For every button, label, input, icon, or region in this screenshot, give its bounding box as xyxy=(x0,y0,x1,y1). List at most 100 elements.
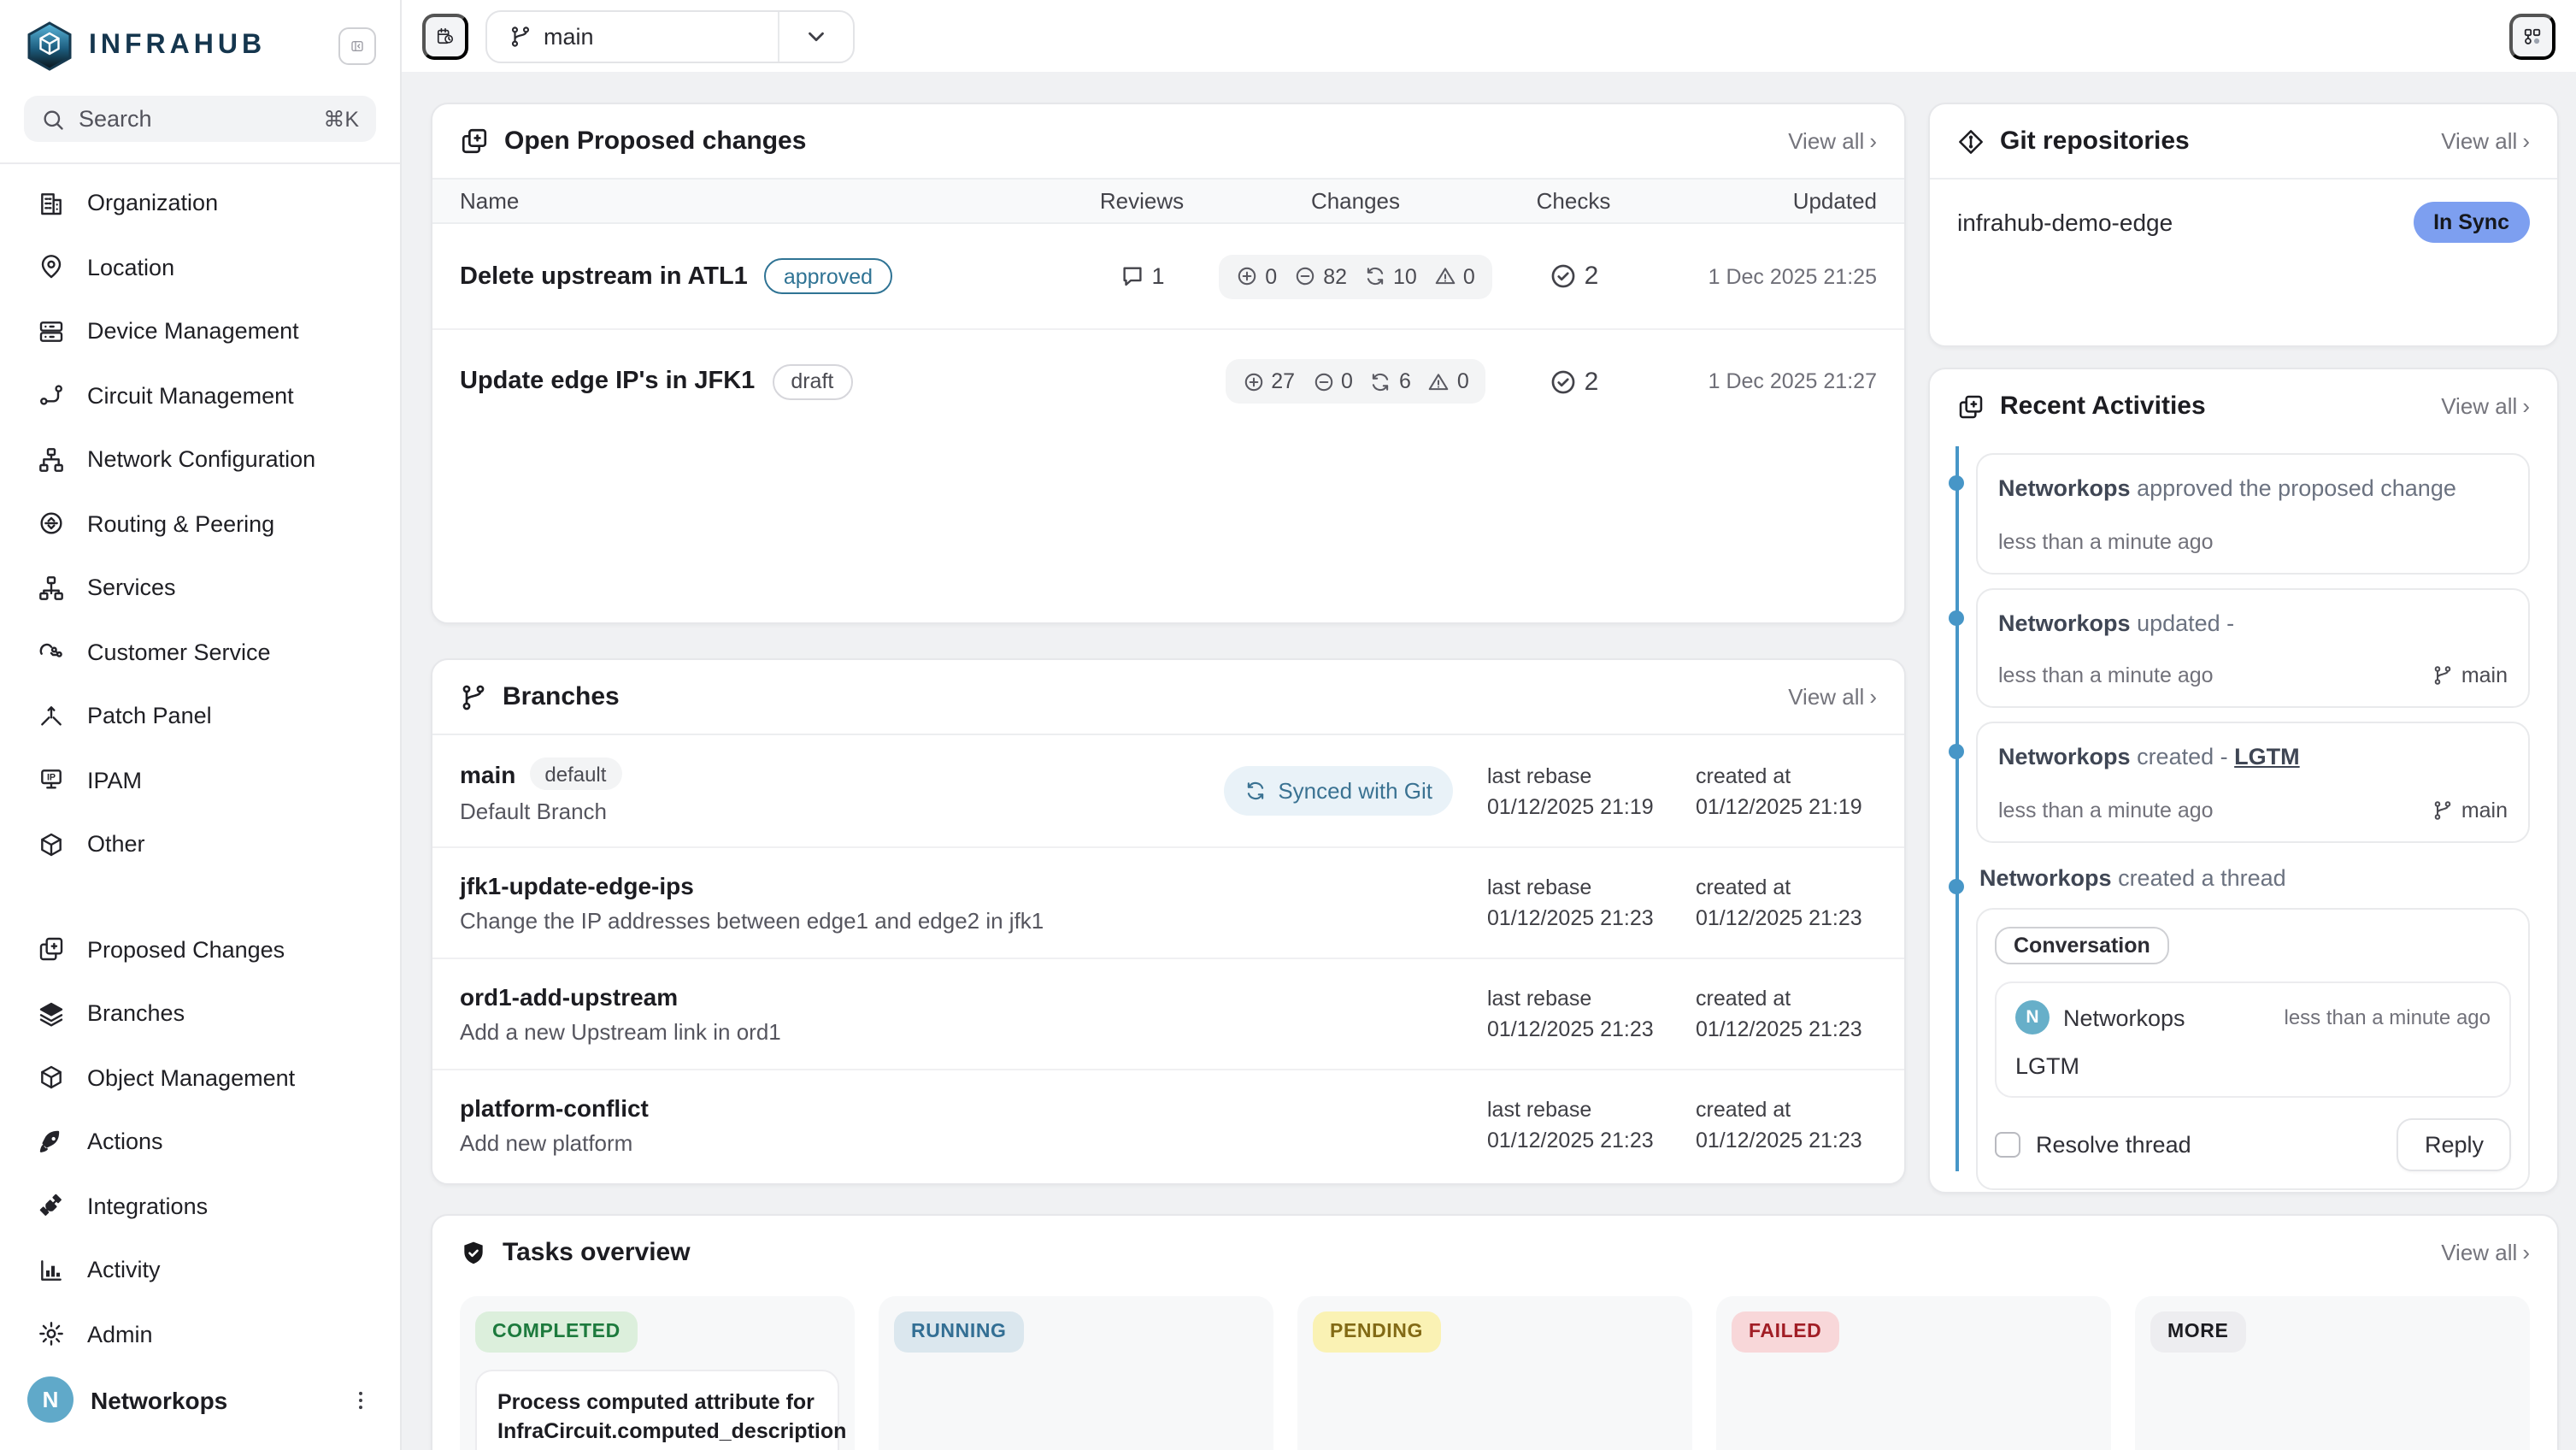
sidebar-item-label: Services xyxy=(87,575,176,601)
sidebar-item-proposed-changes[interactable]: Proposed Changes xyxy=(24,917,376,981)
column-name: Name xyxy=(460,188,1073,214)
branch-name[interactable]: platform-conflict xyxy=(460,1094,649,1122)
branch-row[interactable]: ord1-add-upstream Add a new Upstream lin… xyxy=(432,958,1904,1069)
card-title: Open Proposed changes xyxy=(504,127,806,156)
proposed-change-icon xyxy=(460,127,489,156)
sidebar-item-admin[interactable]: Admin xyxy=(24,1302,376,1366)
last-rebase-value: 01/12/2025 21:23 xyxy=(1487,1129,1668,1152)
card-title: Tasks overview xyxy=(503,1238,691,1267)
created-at-value: 01/12/2025 21:23 xyxy=(1696,1129,1877,1152)
activity-branch-tag: main xyxy=(2432,798,2508,822)
sidebar-item-label: Activity xyxy=(87,1258,161,1283)
cube-icon xyxy=(38,831,65,858)
search-input[interactable]: Search ⌘K xyxy=(24,96,376,142)
branch-selector[interactable]: main xyxy=(485,9,855,62)
activity-card[interactable]: Networkops approved the proposed change … xyxy=(1976,453,2530,574)
activities-view-all-link[interactable]: View all› xyxy=(2441,393,2530,419)
table-row[interactable]: Update edge IP's in JFK1 draft 27 0 6 0 xyxy=(432,328,1904,433)
tasks-column-pending: PENDING xyxy=(1297,1296,1692,1450)
sidebar-item-label: Circuit Management xyxy=(87,383,294,409)
cube-icon xyxy=(38,1064,65,1092)
activity-item: Networkops approved the proposed change … xyxy=(1976,453,2530,574)
proposed-change-name[interactable]: Delete upstream in ATL1 xyxy=(460,262,748,290)
activity-card[interactable]: Networkops created - LGTM less than a mi… xyxy=(1976,722,2530,842)
schema-visualizer-button[interactable] xyxy=(2509,13,2555,59)
sidebar-item-ipam[interactable]: IP IPAM xyxy=(24,748,376,812)
status-badge: COMPLETED xyxy=(475,1311,638,1353)
branch-name[interactable]: jfk1-update-edge-ips xyxy=(460,872,694,899)
conversation-tag: Conversation xyxy=(1995,927,2169,964)
created-at-label: created at xyxy=(1696,763,1877,787)
rocket-icon xyxy=(38,1129,65,1156)
sidebar-item-services[interactable]: Services xyxy=(24,556,376,620)
last-rebase-value: 01/12/2025 21:23 xyxy=(1487,906,1668,930)
sidebar-item-label: Patch Panel xyxy=(87,704,212,729)
proposed-change-name[interactable]: Update edge IP's in JFK1 xyxy=(460,368,755,395)
repository-row[interactable]: infrahub-demo-edge In Sync xyxy=(1930,178,2557,265)
gear-icon xyxy=(38,1321,65,1348)
status-badge: draft xyxy=(772,363,852,399)
checks-count: 2 xyxy=(1585,367,1599,396)
sidebar-item-label: Device Management xyxy=(87,319,299,345)
branch-name[interactable]: ord1-add-upstream xyxy=(460,983,678,1011)
sidebar-item-organization[interactable]: Organization xyxy=(24,171,376,235)
sidebar-item-location[interactable]: Location xyxy=(24,235,376,299)
sidebar-item-object-management[interactable]: Object Management xyxy=(24,1046,376,1110)
sidebar-item-other[interactable]: Other xyxy=(24,812,376,876)
last-rebase-label: last rebase xyxy=(1487,987,1668,1011)
chevron-right-icon: › xyxy=(2522,1240,2530,1265)
branch-row[interactable]: jfk1-update-edge-ips Change the IP addre… xyxy=(432,846,1904,958)
activity-action: created - xyxy=(2137,744,2228,769)
activity-card[interactable]: Networkops updated - less than a minute … xyxy=(1976,587,2530,708)
proposed-changes-view-all-link[interactable]: View all› xyxy=(1788,128,1877,154)
sidebar-item-network-configuration[interactable]: Network Configuration xyxy=(24,427,376,492)
git-repositories-view-all-link[interactable]: View all› xyxy=(2441,128,2530,154)
table-row[interactable]: Delete upstream in ATL1 approved 1 0 8 xyxy=(432,224,1904,328)
sidebar-item-actions[interactable]: Actions xyxy=(24,1110,376,1174)
activity-actor: Networkops xyxy=(1998,475,2131,501)
updated-timestamp: 1 Dec 2025 21:27 xyxy=(1646,369,1877,393)
branch-selector-caret[interactable] xyxy=(778,11,853,61)
search-shortcut: ⌘K xyxy=(323,106,359,132)
resolve-thread-checkbox[interactable] xyxy=(1995,1132,2020,1158)
tasks-column-running: RUNNING xyxy=(879,1296,1273,1450)
sidebar-item-device-management[interactable]: Device Management xyxy=(24,299,376,363)
layers-icon xyxy=(38,1000,65,1028)
chevron-right-icon: › xyxy=(2522,393,2530,419)
check-circle-icon xyxy=(1549,367,1578,396)
user-menu[interactable]: N Networkops xyxy=(24,1366,376,1433)
tasks-view-all-link[interactable]: View all› xyxy=(2441,1240,2530,1265)
sidebar-item-circuit-management[interactable]: Circuit Management xyxy=(24,363,376,427)
chevron-right-icon: › xyxy=(2522,128,2530,154)
sidebar-item-branches[interactable]: Branches xyxy=(24,981,376,1046)
git-repositories-card: Git repositories View all› infrahub-demo… xyxy=(1928,103,2559,347)
activity-item: Networkops created - LGTM less than a mi… xyxy=(1976,722,2530,842)
branch-name[interactable]: main xyxy=(460,760,515,787)
sidebar-menu-primary: Organization Location Device Management … xyxy=(24,171,376,1366)
user-options-button[interactable] xyxy=(349,1388,373,1412)
plug-icon xyxy=(38,1193,65,1220)
reply-button[interactable]: Reply xyxy=(2397,1118,2511,1171)
branches-view-all-link[interactable]: View all› xyxy=(1788,684,1877,710)
time-travel-button[interactable] xyxy=(422,13,468,59)
branch-row[interactable]: platform-conflict Add new platform last … xyxy=(432,1069,1904,1180)
repository-name[interactable]: infrahub-demo-edge xyxy=(1957,209,2173,236)
sidebar-item-routing-peering[interactable]: Routing & Peering xyxy=(24,492,376,556)
created-at-value: 01/12/2025 21:23 xyxy=(1696,1017,1877,1041)
task-card[interactable]: Process computed attribute for InfraCirc… xyxy=(475,1370,839,1450)
activity-action: approved the proposed change xyxy=(2137,475,2456,501)
sidebar-item-label: Branches xyxy=(87,1001,185,1027)
brand: INFRAHUB xyxy=(24,17,376,75)
sidebar-collapse-button[interactable] xyxy=(338,27,376,65)
sidebar-item-activity[interactable]: Activity xyxy=(24,1238,376,1302)
branch-row[interactable]: main default Default Branch Synced with … xyxy=(432,735,1904,846)
sidebar-item-patch-panel[interactable]: Patch Panel xyxy=(24,684,376,748)
status-badge: PENDING xyxy=(1313,1311,1440,1353)
sidebar-item-integrations[interactable]: Integrations xyxy=(24,1174,376,1238)
activity-object-link[interactable]: LGTM xyxy=(2234,744,2300,769)
last-rebase-value: 01/12/2025 21:19 xyxy=(1487,794,1668,818)
proposed-changes-table-header: Name Reviews Changes Checks Updated xyxy=(432,178,1904,224)
sidebar-item-customer-service[interactable]: Customer Service xyxy=(24,620,376,684)
dashboard: Open Proposed changes View all› Name Rev… xyxy=(402,72,2576,1450)
plus-circle-icon xyxy=(1242,370,1264,392)
